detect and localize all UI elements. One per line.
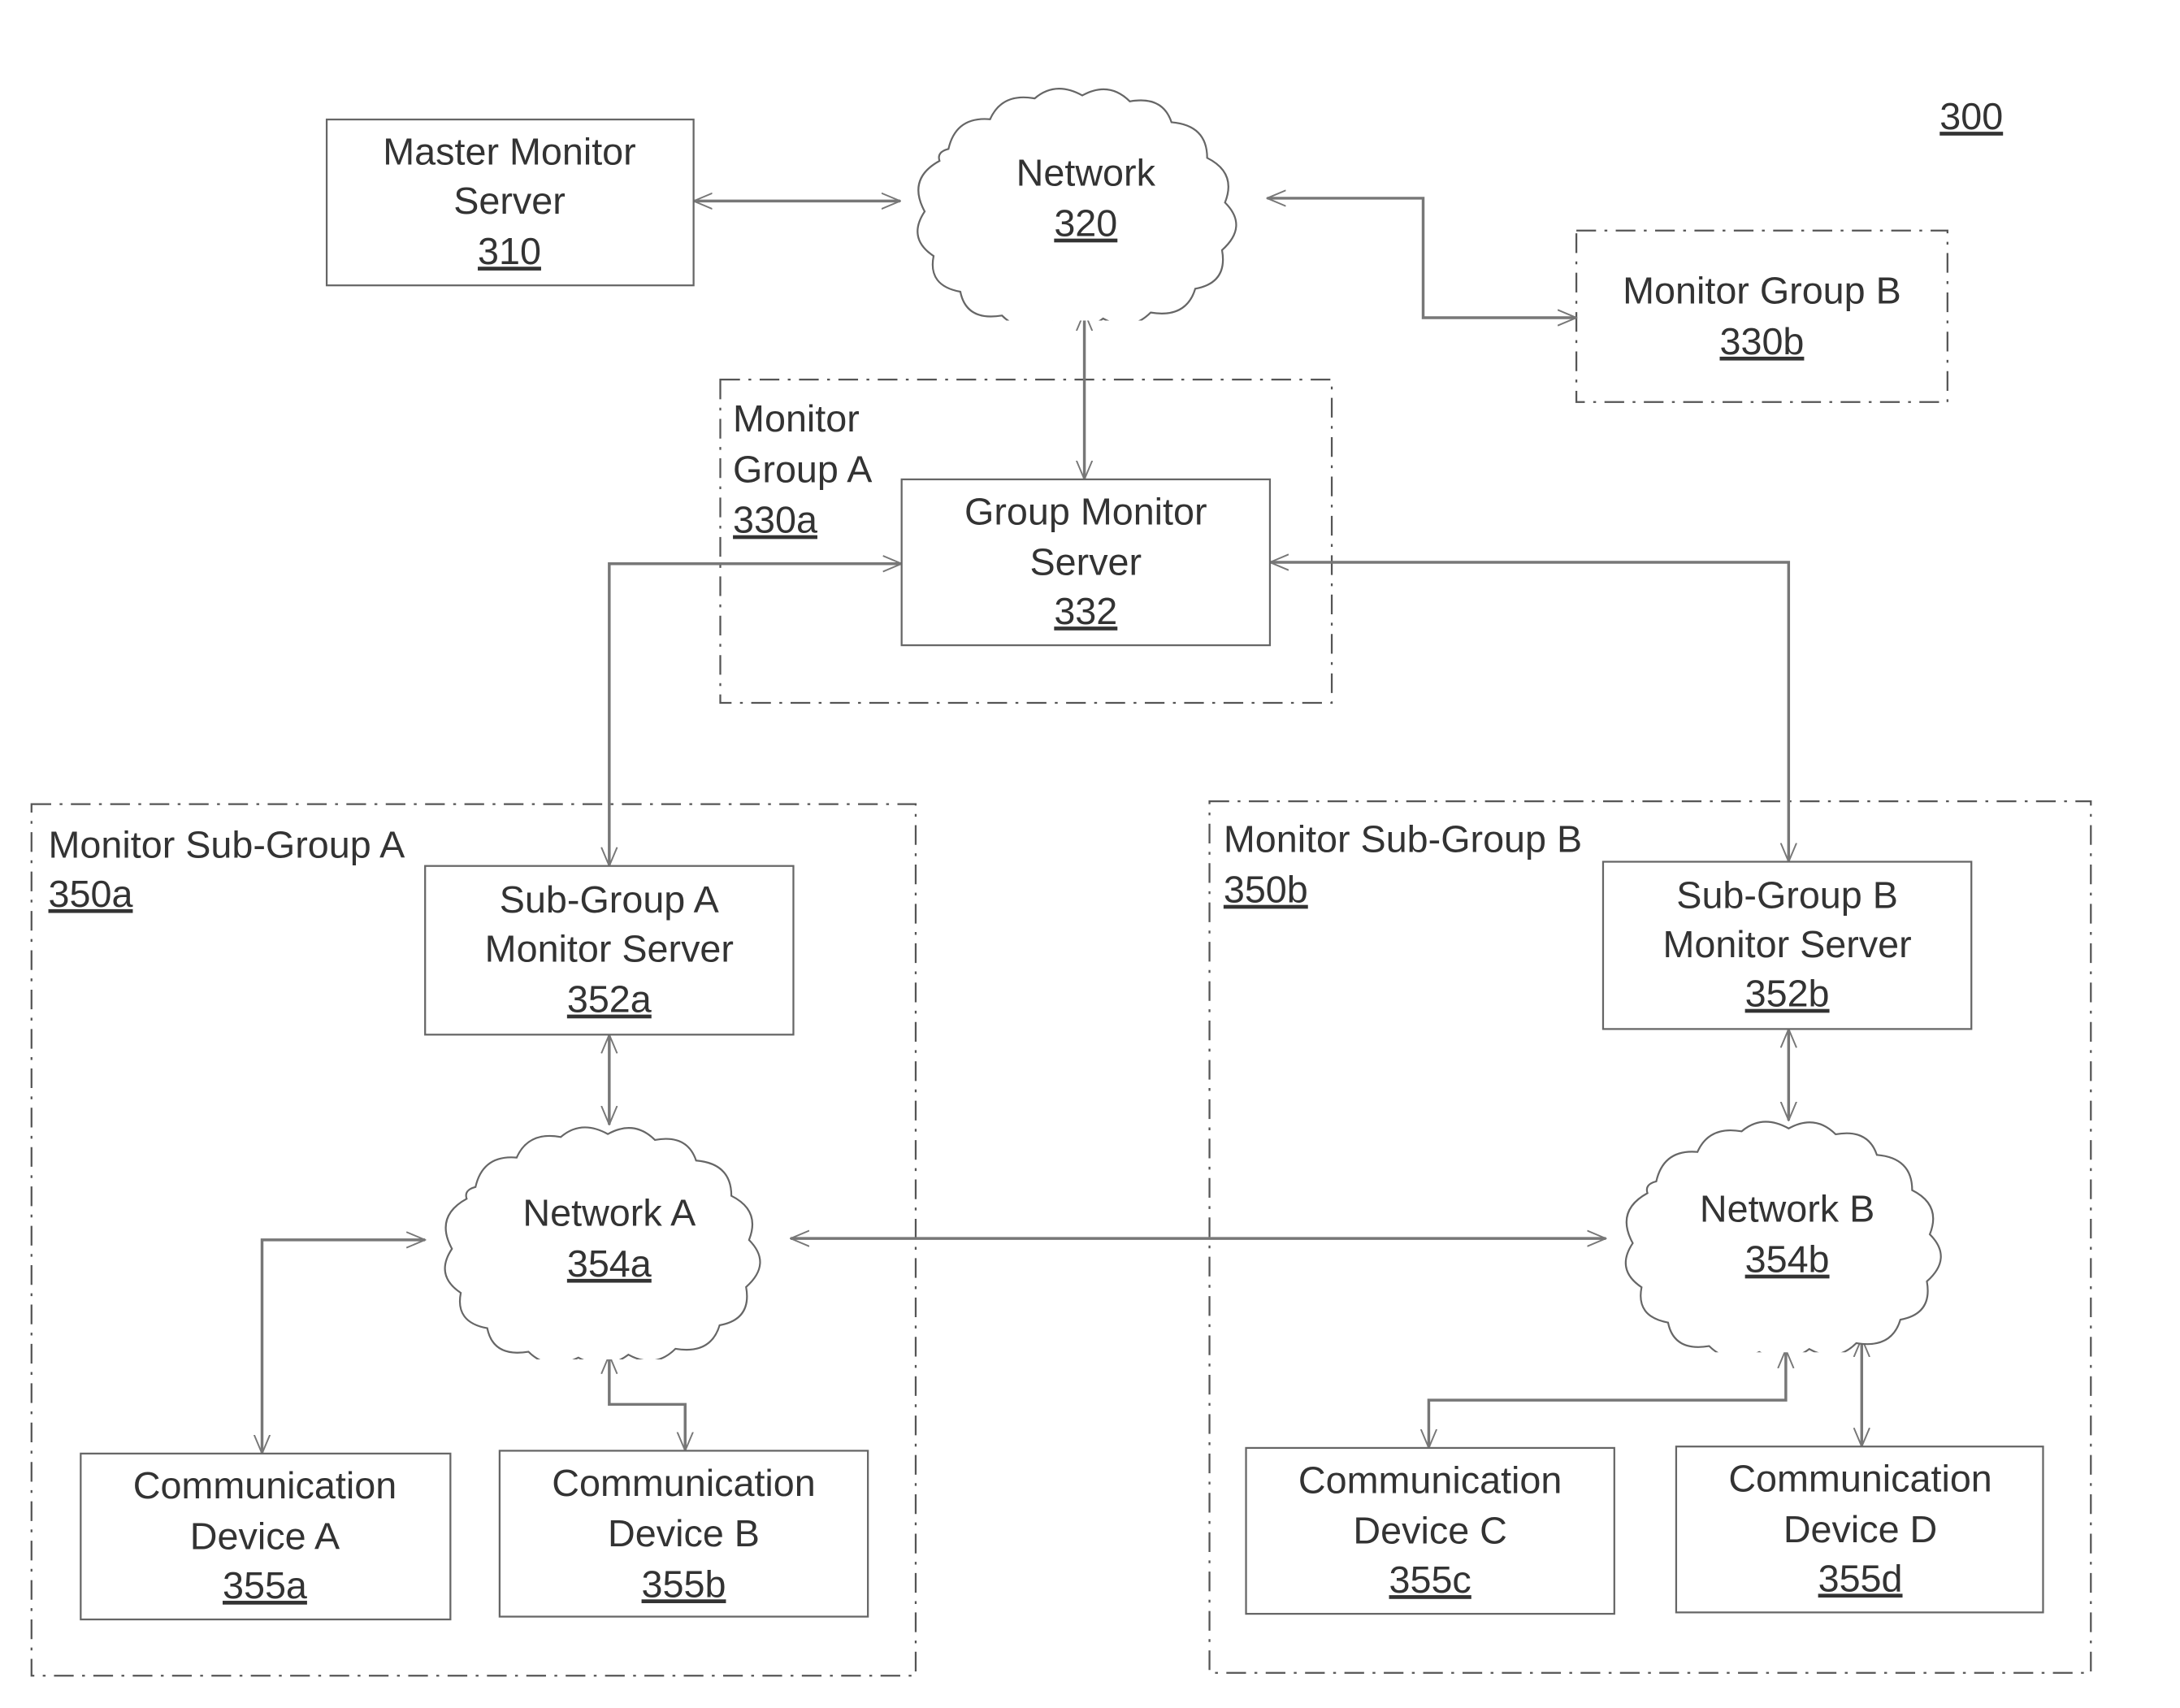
node-label: Monitor: [733, 397, 860, 440]
node-label: Server: [453, 180, 566, 222]
node-label: Monitor Server: [485, 927, 734, 969]
node-ref: 330a: [733, 499, 817, 541]
group-monitor-server: Group Monitor Server 332: [900, 478, 1272, 647]
node-ref: 355b: [642, 1563, 726, 1605]
connector-groupserver-subB: [1270, 562, 1788, 861]
node-label: Device B: [608, 1512, 760, 1554]
node-label: Monitor Sub-Group B: [1224, 817, 1582, 860]
node-ref: 355a: [223, 1564, 307, 1606]
connector-networkA-deviceA: [262, 1240, 426, 1454]
node-label: Sub-Group B: [1676, 874, 1898, 917]
node-ref: 354a: [567, 1242, 652, 1285]
node-ref: 330b: [1720, 320, 1805, 362]
master-monitor-server: Master Monitor Server 310: [325, 118, 695, 287]
node-label: Communication: [552, 1462, 815, 1504]
connector-networkA-deviceB: [609, 1355, 685, 1451]
node-ref: 332: [1054, 590, 1117, 632]
node-ref: 355c: [1389, 1558, 1471, 1601]
monitor-subgroup-a-label: Monitor Sub-Group A 350a: [49, 823, 406, 915]
node-label: Network A: [522, 1192, 696, 1234]
connector-networkB-deviceC: [1428, 1350, 1785, 1448]
monitor-group-a-label: Monitor Group A 330a: [733, 397, 873, 541]
node-label: Monitor Group B: [1623, 270, 1901, 312]
node-ref: 350a: [49, 873, 133, 915]
node-label: Group Monitor: [964, 490, 1207, 532]
node-ref: 355d: [1818, 1557, 1903, 1599]
communication-device-b: Communication Device B 355b: [498, 1450, 869, 1618]
network-cloud: Network 320: [917, 87, 1237, 321]
monitor-group-b-container: [1575, 229, 1948, 403]
node-label: Monitor Sub-Group A: [49, 823, 406, 865]
node-label: Device C: [1353, 1510, 1506, 1552]
node-label: Device D: [1783, 1508, 1937, 1550]
monitor-subgroup-b-label: Monitor Sub-Group B 350b: [1224, 817, 1582, 910]
node-ref: 320: [1054, 202, 1117, 245]
node-label: Master Monitor: [383, 130, 635, 172]
subgroup-a-monitor-server: Sub-Group A Monitor Server 352a: [424, 865, 795, 1036]
node-label: Network: [1016, 151, 1156, 193]
node-label: Network B: [1700, 1187, 1874, 1229]
communication-device-c: Communication Device C 355c: [1245, 1446, 1615, 1615]
node-ref: 352b: [1745, 973, 1830, 1015]
node-label: Communication: [133, 1464, 397, 1506]
connector-network-groupb: [1267, 198, 1576, 318]
node-label: Communication: [1298, 1459, 1562, 1501]
node-ref: 310: [478, 230, 541, 272]
node-label: Group A: [733, 448, 873, 490]
network-a-cloud: Network A 354a: [444, 1126, 761, 1359]
network-b-cloud: Network B 354b: [1624, 1121, 1942, 1353]
node-label: Device A: [190, 1515, 340, 1558]
node-ref: 354b: [1745, 1238, 1830, 1281]
communication-device-d: Communication Device D 355d: [1675, 1446, 2044, 1614]
diagram: 300 Master Monitor Server 310 Network 32…: [30, 87, 2092, 1677]
node-ref: 350b: [1224, 869, 1308, 911]
node-ref: 352a: [567, 978, 652, 1021]
connector-groupserver-subA: [609, 564, 902, 866]
node-label: Server: [1030, 541, 1142, 583]
node-label: Sub-Group A: [500, 878, 720, 921]
monitor-group-b: Monitor Group B 330b: [1623, 270, 1901, 362]
communication-device-a: Communication Device A 355a: [80, 1452, 452, 1621]
node-label: Monitor Server: [1662, 923, 1911, 965]
figure-ref: 300: [1939, 95, 2003, 137]
subgroup-b-monitor-server: Sub-Group B Monitor Server 352b: [1601, 861, 1973, 1030]
node-label: Communication: [1728, 1458, 1991, 1500]
